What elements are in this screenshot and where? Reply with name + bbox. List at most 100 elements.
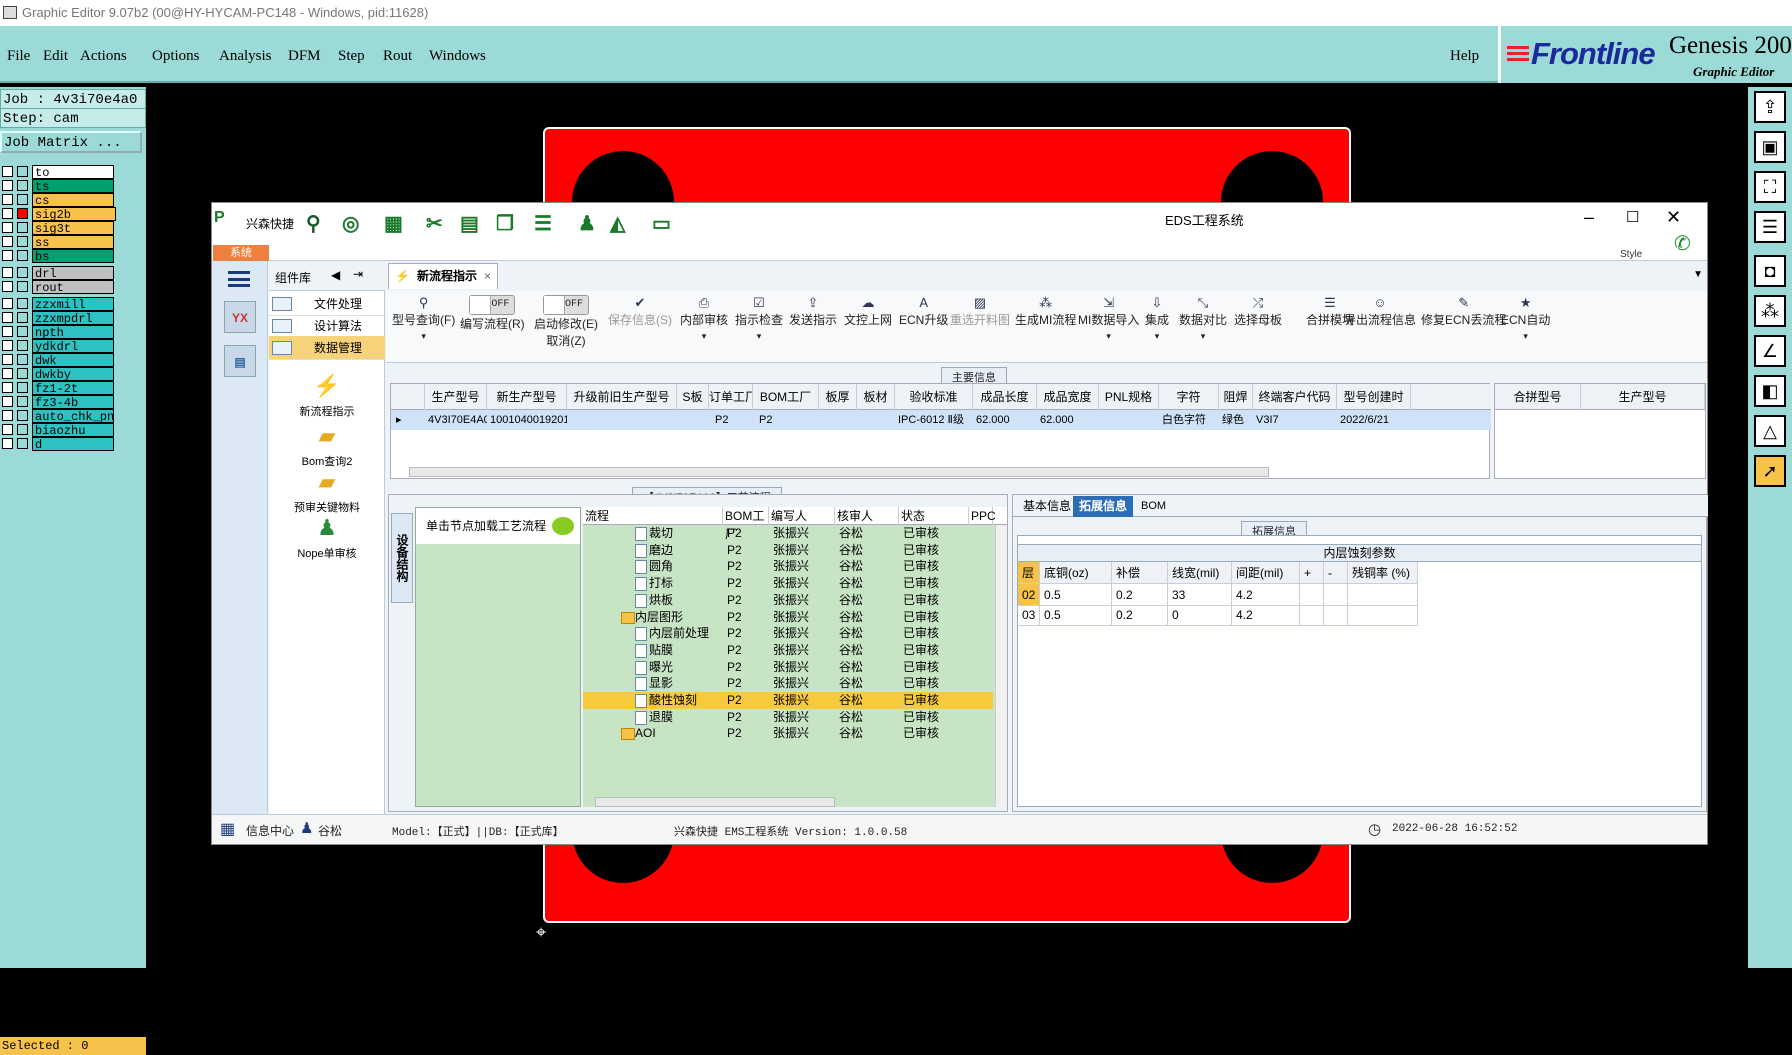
layer-name[interactable]: dwkby: [32, 367, 114, 382]
tool-pointer-icon[interactable]: ➚: [1754, 455, 1786, 487]
table-cell[interactable]: [1099, 410, 1159, 430]
help-ring-icon[interactable]: ◎: [342, 211, 359, 236]
layer-name[interactable]: zzxmill: [32, 297, 114, 312]
close-icon[interactable]: ✕: [1666, 207, 1681, 228]
minimize-icon[interactable]: –: [1584, 207, 1594, 228]
prev-icon[interactable]: ◀: [331, 268, 340, 282]
flow-node-name[interactable]: 打标: [635, 575, 673, 592]
layer-checkbox[interactable]: [2, 424, 13, 435]
table-cell[interactable]: 4.2: [1232, 584, 1300, 606]
table-cell[interactable]: [819, 410, 857, 430]
tool-export-icon[interactable]: ⇪: [1754, 91, 1786, 123]
tab-basic-info[interactable]: 基本信息: [1017, 496, 1077, 517]
table-row[interactable]: 曝光 P2 张振兴 谷松 已审核: [583, 659, 993, 676]
column-header[interactable]: 终端客户代码: [1253, 384, 1337, 410]
layer-checkbox[interactable]: [2, 368, 13, 379]
layer-row[interactable]: sig3t: [0, 221, 146, 236]
column-header[interactable]: 阻焊: [1219, 384, 1253, 410]
layer-name[interactable]: drl: [32, 266, 114, 281]
flow-node-name[interactable]: 曝光: [635, 659, 673, 676]
menu-dfm[interactable]: DFM: [288, 48, 321, 65]
layer-affected-toggle[interactable]: [17, 368, 28, 379]
table-cell[interactable]: [1348, 584, 1418, 606]
ribbon-integrate[interactable]: ⇩ 集成 ▾: [1145, 295, 1169, 342]
flow-node-name[interactable]: 退膜: [635, 709, 673, 726]
table-cell[interactable]: 0.5: [1040, 604, 1112, 626]
flow-node-name[interactable]: 酸性蚀刻: [635, 692, 697, 709]
layer-checkbox[interactable]: [2, 326, 13, 337]
layer-checkbox[interactable]: [2, 267, 13, 278]
table-row[interactable]: 贴膜 P2 张振兴 谷松 已审核: [583, 642, 993, 659]
dock-icon[interactable]: ⇥: [353, 267, 363, 281]
ribbon-compare[interactable]: ⤡ 数据对比 ▾: [1179, 295, 1227, 342]
ribbon-fix-ecn[interactable]: ✎ 修复ECN丢流程: [1421, 295, 1506, 328]
menu-help[interactable]: Help: [1450, 48, 1479, 65]
layer-checkbox[interactable]: [2, 312, 13, 323]
layer-row[interactable]: to: [0, 165, 146, 180]
layer-checkbox[interactable]: [2, 438, 13, 449]
tab-new-flow[interactable]: ⚡ 新流程指示 ×: [388, 263, 498, 289]
table-cell[interactable]: 0.2: [1112, 584, 1168, 606]
layer-name[interactable]: sig2b: [32, 207, 116, 222]
layer-name[interactable]: ydkdrl: [32, 339, 114, 354]
info-center[interactable]: 信息中心: [246, 822, 294, 839]
table-row[interactable]: 裁切 P2 张振兴 谷松 已审核: [583, 525, 993, 542]
column-header[interactable]: 成品宽度: [1037, 384, 1099, 410]
equipment-structure-tab[interactable]: 设备结构: [391, 513, 413, 603]
table-cell[interactable]: 0.2: [1112, 604, 1168, 626]
layer-row[interactable]: dwk: [0, 353, 146, 368]
table-row[interactable]: 显影 P2 张振兴 谷松 已审核: [583, 675, 993, 692]
layer-row[interactable]: biaozhu: [0, 423, 146, 438]
start-modify-toggle[interactable]: OFF: [543, 295, 589, 315]
layer-row[interactable]: auto_chk_pn: [0, 409, 146, 424]
layer-checkbox[interactable]: [2, 250, 13, 261]
table-cell[interactable]: [1300, 604, 1324, 626]
table-cell[interactable]: [1300, 584, 1324, 606]
table-cell[interactable]: 2022/6/21: [1337, 410, 1411, 430]
layer-affected-toggle[interactable]: [17, 326, 28, 337]
ribbon-internal-review[interactable]: ⎙ 内部审核 ▾: [680, 295, 728, 342]
column-header[interactable]: BOM工厂: [753, 384, 819, 410]
column-header[interactable]: 成品长度: [973, 384, 1037, 410]
flow-node-name[interactable]: 烘板: [635, 592, 673, 609]
menu-file[interactable]: File: [7, 48, 30, 65]
ribbon-doc-online[interactable]: ☁ 文控上网: [844, 295, 892, 328]
ribbon-export-flow[interactable]: ☺ 导出流程信息: [1344, 295, 1416, 328]
table-cell[interactable]: 03: [1018, 604, 1040, 626]
flow-node-name[interactable]: 内层前处理: [635, 625, 709, 642]
layer-checkbox[interactable]: [2, 340, 13, 351]
table-cell[interactable]: IPC-6012 Ⅱ级: [895, 410, 973, 430]
layer-row[interactable]: cs: [0, 193, 146, 208]
layer-affected-toggle[interactable]: [17, 281, 28, 292]
menu-actions[interactable]: Actions: [80, 48, 127, 65]
layer-checkbox[interactable]: [2, 236, 13, 247]
layer-name[interactable]: dwk: [32, 353, 114, 368]
ribbon-ecn-upgrade[interactable]: A ECN升级: [899, 295, 948, 328]
layer-checkbox[interactable]: [2, 208, 13, 219]
layer-row[interactable]: drl: [0, 266, 146, 281]
column-header[interactable]: 字符: [1159, 384, 1219, 410]
tab-bom[interactable]: BOM: [1135, 496, 1172, 517]
table-cell[interactable]: 62.000: [1037, 410, 1099, 430]
chart-icon[interactable]: ◭: [610, 211, 625, 236]
table-cell[interactable]: 绿色: [1219, 410, 1253, 430]
user-icon[interactable]: ♟: [578, 211, 596, 236]
table-cell[interactable]: V3I7: [1253, 410, 1337, 430]
layer-checkbox[interactable]: [2, 396, 13, 407]
job-matrix-button[interactable]: Job Matrix ...: [0, 131, 142, 153]
tool-list-icon[interactable]: ☰: [1754, 211, 1786, 243]
ribbon-write-flow[interactable]: OFF 编写流程(R): [460, 295, 525, 332]
layer-row[interactable]: dwkby: [0, 367, 146, 382]
ribbon-ecn-auto[interactable]: ★ ECN自动 ▾: [1501, 295, 1550, 342]
layer-name[interactable]: auto_chk_pn: [32, 409, 114, 424]
column-header[interactable]: BOM工厂: [723, 507, 769, 541]
column-header[interactable]: PNL规格: [1099, 384, 1159, 410]
tile-bom-query[interactable]: ▰ Bom查询2: [269, 423, 385, 469]
table-cell[interactable]: [1324, 604, 1348, 626]
ribbon-mi-import[interactable]: ⇲ MI数据导入 ▾: [1078, 295, 1139, 342]
table-cell[interactable]: 4V3I70E4A0: [425, 410, 487, 430]
column-header[interactable]: 板材: [857, 384, 895, 410]
system-tab[interactable]: 系统: [213, 245, 269, 261]
layer-name[interactable]: zzxmpdrl: [32, 311, 114, 326]
layer-row[interactable]: zzxmpdrl: [0, 311, 146, 326]
